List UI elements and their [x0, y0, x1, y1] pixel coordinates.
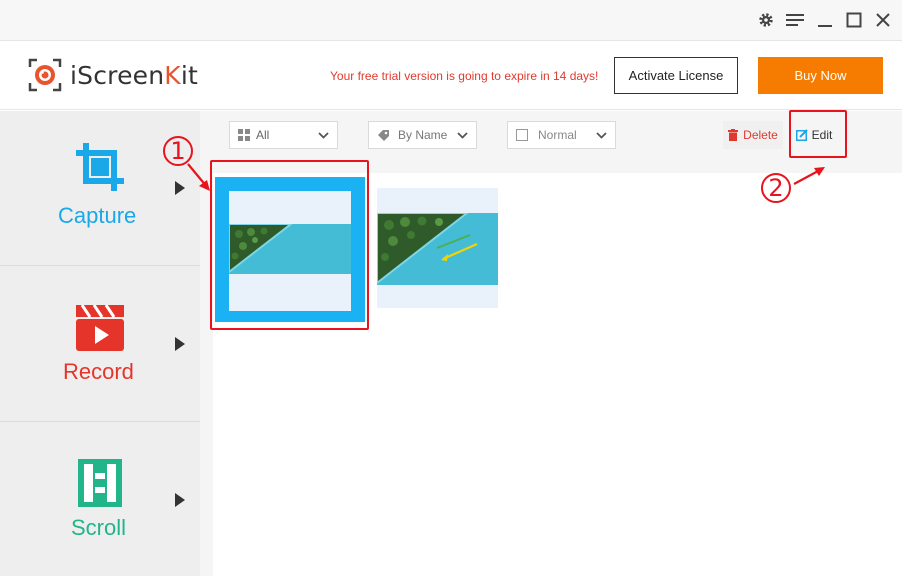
sort-dropdown[interactable]: By Name — [368, 121, 477, 149]
trash-icon — [728, 129, 739, 141]
aerial-coast-image — [377, 213, 498, 285]
minimize-icon[interactable] — [814, 9, 836, 31]
app-logo: iScreenKit — [28, 58, 198, 92]
chevron-down-icon — [596, 132, 607, 139]
delete-button[interactable]: Delete — [723, 121, 783, 149]
expand-arrow-icon[interactable] — [175, 493, 185, 507]
filter-value: All — [256, 128, 270, 142]
sidebar-item-scroll[interactable]: Scroll — [0, 423, 200, 576]
menu-icon[interactable] — [784, 9, 806, 31]
video-record-icon — [76, 305, 124, 351]
filter-dropdown[interactable]: All — [229, 121, 338, 149]
maximize-icon[interactable] — [843, 9, 865, 31]
close-icon[interactable] — [872, 9, 894, 31]
activate-license-button[interactable]: Activate License — [614, 57, 738, 94]
thumbnail[interactable] — [377, 188, 498, 308]
tag-icon — [378, 129, 389, 141]
buy-now-button[interactable]: Buy Now — [758, 57, 883, 94]
view-value: Normal — [538, 128, 577, 142]
view-dropdown[interactable]: Normal — [507, 121, 616, 149]
crop-icon — [76, 143, 124, 191]
camera-logo-icon — [28, 58, 62, 92]
annotation-arrow-icon — [793, 167, 825, 185]
delete-label: Delete — [743, 128, 778, 142]
title-bar — [0, 0, 902, 40]
sort-value: By Name — [398, 128, 448, 142]
annotation-highlight-thumbnail — [210, 160, 369, 330]
sidebar-item-capture[interactable]: Capture — [0, 111, 200, 266]
sidebar-item-record[interactable]: Record — [0, 267, 200, 422]
annotation-highlight-edit — [789, 110, 847, 158]
gear-icon[interactable] — [755, 9, 777, 31]
app-name: iScreenKit — [70, 60, 199, 90]
trial-expiry-notice: Your free trial version is going to expi… — [330, 69, 599, 83]
checkbox-icon — [516, 129, 528, 141]
scroll-capture-icon — [78, 459, 122, 507]
chevron-down-icon — [457, 132, 468, 139]
expand-arrow-icon[interactable] — [175, 337, 185, 351]
annotation-arrow-icon — [187, 163, 210, 191]
grid-icon — [238, 129, 250, 141]
chevron-down-icon — [318, 132, 329, 139]
header: iScreenKit Your free trial version is go… — [0, 40, 902, 110]
expand-arrow-icon[interactable] — [175, 181, 185, 195]
iscreenkit-window: iScreenKit Your free trial version is go… — [0, 0, 902, 576]
mode-sidebar: Capture Record Scroll — [0, 111, 200, 576]
step-2-marker: 2 — [761, 173, 791, 203]
